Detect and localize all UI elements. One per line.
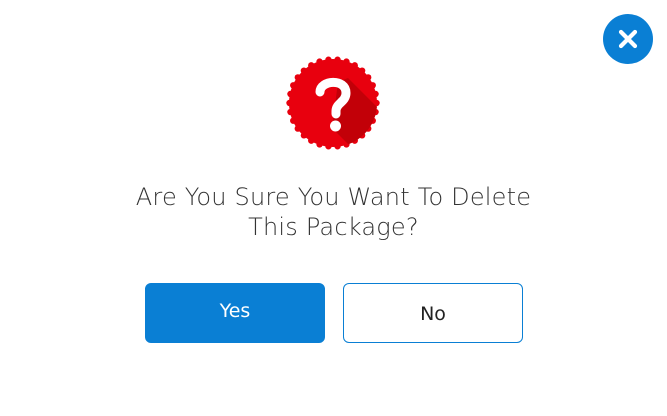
confirmation-message: Are You Sure You Want To Delete This Pac… (0, 182, 667, 242)
close-button[interactable] (603, 14, 653, 64)
message-line-1: Are You Sure You Want To Delete (135, 183, 532, 211)
question-icon (286, 56, 380, 150)
yes-button-label: Yes (219, 300, 251, 322)
no-button[interactable]: No (343, 283, 523, 343)
yes-button[interactable]: Yes (145, 283, 325, 343)
close-icon (618, 29, 638, 49)
message-line-2: This Package? (248, 213, 419, 241)
no-button-label: No (420, 303, 446, 325)
delete-confirmation-dialog: Are You Sure You Want To Delete This Pac… (0, 0, 667, 416)
